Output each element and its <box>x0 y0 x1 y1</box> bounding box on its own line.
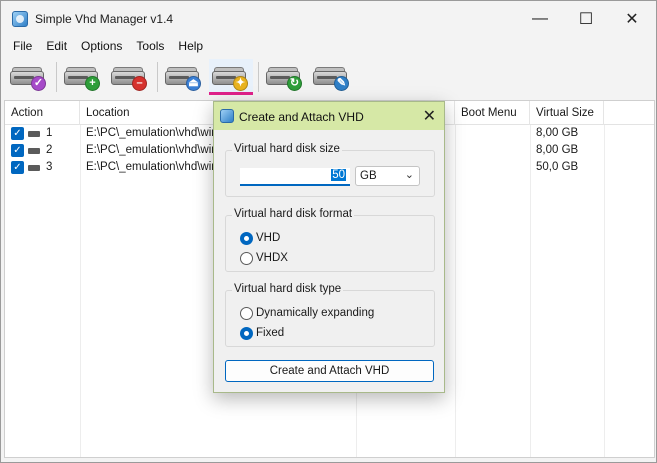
action-cell: ✓ 1 <box>5 125 80 142</box>
size-group: Virtual hard disk size 50 GB ⌄ <box>225 143 435 197</box>
menu-tools[interactable]: Tools <box>129 37 171 57</box>
radio-fixed[interactable]: Fixed <box>240 325 284 341</box>
boot-menu-cell <box>455 159 530 176</box>
column-virtual-size[interactable]: Virtual Size <box>530 101 604 125</box>
toolbar-separator <box>157 62 158 92</box>
row-checkbox[interactable]: ✓ <box>11 127 24 140</box>
badge-icon: ⏏ <box>186 76 201 91</box>
badge-icon: – <box>132 76 147 91</box>
menu-help[interactable]: Help <box>171 37 210 57</box>
menu-file[interactable]: File <box>6 37 39 57</box>
action-cell: ✓ 2 <box>5 142 80 159</box>
dialog-close-icon[interactable]: ✕ <box>423 106 436 126</box>
boot-menu-cell <box>455 142 530 159</box>
remove-vhd-button[interactable]: – <box>108 59 152 95</box>
size-group-label: Virtual hard disk size <box>232 143 342 155</box>
badge-icon: ✦ <box>233 76 248 91</box>
radio-vhd[interactable]: VHD <box>240 230 280 246</box>
toolbar-separator <box>258 62 259 92</box>
drive-icon <box>28 131 40 137</box>
detach-vhd-button[interactable]: ⏏ <box>162 59 206 95</box>
main-window: Simple Vhd Manager v1.4 — ☐ ✕ File Edit … <box>0 0 657 463</box>
refresh-vhd-button[interactable]: ↻ <box>263 59 307 95</box>
column-action[interactable]: Action <box>5 101 80 125</box>
create-attach-button[interactable]: Create and Attach VHD <box>225 360 434 382</box>
add-vhd-button[interactable]: + <box>61 59 105 95</box>
virtual-size-cell: 8,00 GB <box>536 127 579 139</box>
row-number: 3 <box>46 161 53 173</box>
type-group-label: Virtual hard disk type <box>232 283 344 295</box>
size-input[interactable]: 50 <box>240 168 350 186</box>
action-cell: ✓ 3 <box>5 159 80 176</box>
close-icon[interactable]: ✕ <box>609 1 655 37</box>
radio-vhdx-label: VHDX <box>256 252 288 264</box>
maximize-icon[interactable]: ☐ <box>563 1 609 37</box>
unit-value: GB <box>360 170 377 182</box>
badge-icon: ↻ <box>287 76 302 91</box>
virtual-size-cell: 50,0 GB <box>536 161 579 173</box>
column-boot-menu[interactable]: Boot Menu <box>455 101 530 125</box>
menu-options[interactable]: Options <box>74 37 129 57</box>
unit-select[interactable]: GB ⌄ <box>355 166 420 186</box>
radio-vhdx-dot[interactable] <box>240 251 253 265</box>
radio-fixed-label: Fixed <box>256 327 285 339</box>
radio-dynamic-label: Dynamically expanding <box>256 307 375 319</box>
toolbar: ✓ + – ⏏ ✦ ↻ ✎ <box>1 58 656 96</box>
row-checkbox[interactable]: ✓ <box>11 144 24 157</box>
row-number: 2 <box>46 144 53 156</box>
row-checkbox[interactable]: ✓ <box>11 161 24 174</box>
radio-dynamic[interactable]: Dynamically expanding <box>240 305 374 321</box>
attach-vhd-button[interactable]: ✓ <box>7 59 51 95</box>
format-group: Virtual hard disk format VHD VHDX <box>225 208 435 272</box>
chevron-down-icon: ⌄ <box>404 169 414 181</box>
menu-edit[interactable]: Edit <box>39 37 74 57</box>
radio-vhd-label: VHD <box>256 232 281 244</box>
row-number: 1 <box>46 127 53 139</box>
badge-icon: + <box>85 76 100 91</box>
size-value: 50 <box>331 169 346 181</box>
radio-dynamic-dot[interactable] <box>240 306 253 320</box>
dialog-title: Create and Attach VHD <box>239 110 364 124</box>
badge-icon: ✎ <box>334 76 349 91</box>
title-bar[interactable]: Simple Vhd Manager v1.4 — ☐ ✕ <box>1 1 656 37</box>
drive-icon <box>28 165 40 171</box>
app-icon <box>12 11 28 27</box>
window-title: Simple Vhd Manager v1.4 <box>35 12 174 26</box>
create-vhd-button[interactable]: ✦ <box>209 59 253 95</box>
boot-menu-cell <box>455 125 530 142</box>
menu-bar: File Edit Options Tools Help <box>1 37 656 57</box>
dialog-app-icon <box>220 109 234 123</box>
minimize-icon[interactable]: — <box>517 1 563 37</box>
create-attach-dialog: Create and Attach VHD ✕ Virtual hard dis… <box>213 101 445 393</box>
radio-fixed-dot[interactable] <box>240 326 253 340</box>
radio-vhdx[interactable]: VHDX <box>240 250 288 266</box>
type-group: Virtual hard disk type Dynamically expan… <box>225 283 435 347</box>
drive-icon <box>28 148 40 154</box>
radio-vhd-dot[interactable] <box>240 231 253 245</box>
virtual-size-cell: 8,00 GB <box>536 144 579 156</box>
dialog-title-bar[interactable]: Create and Attach VHD ✕ <box>214 102 444 130</box>
settings-vhd-button[interactable]: ✎ <box>310 59 354 95</box>
format-group-label: Virtual hard disk format <box>232 208 355 220</box>
toolbar-separator <box>56 62 57 92</box>
badge-icon: ✓ <box>31 76 46 91</box>
